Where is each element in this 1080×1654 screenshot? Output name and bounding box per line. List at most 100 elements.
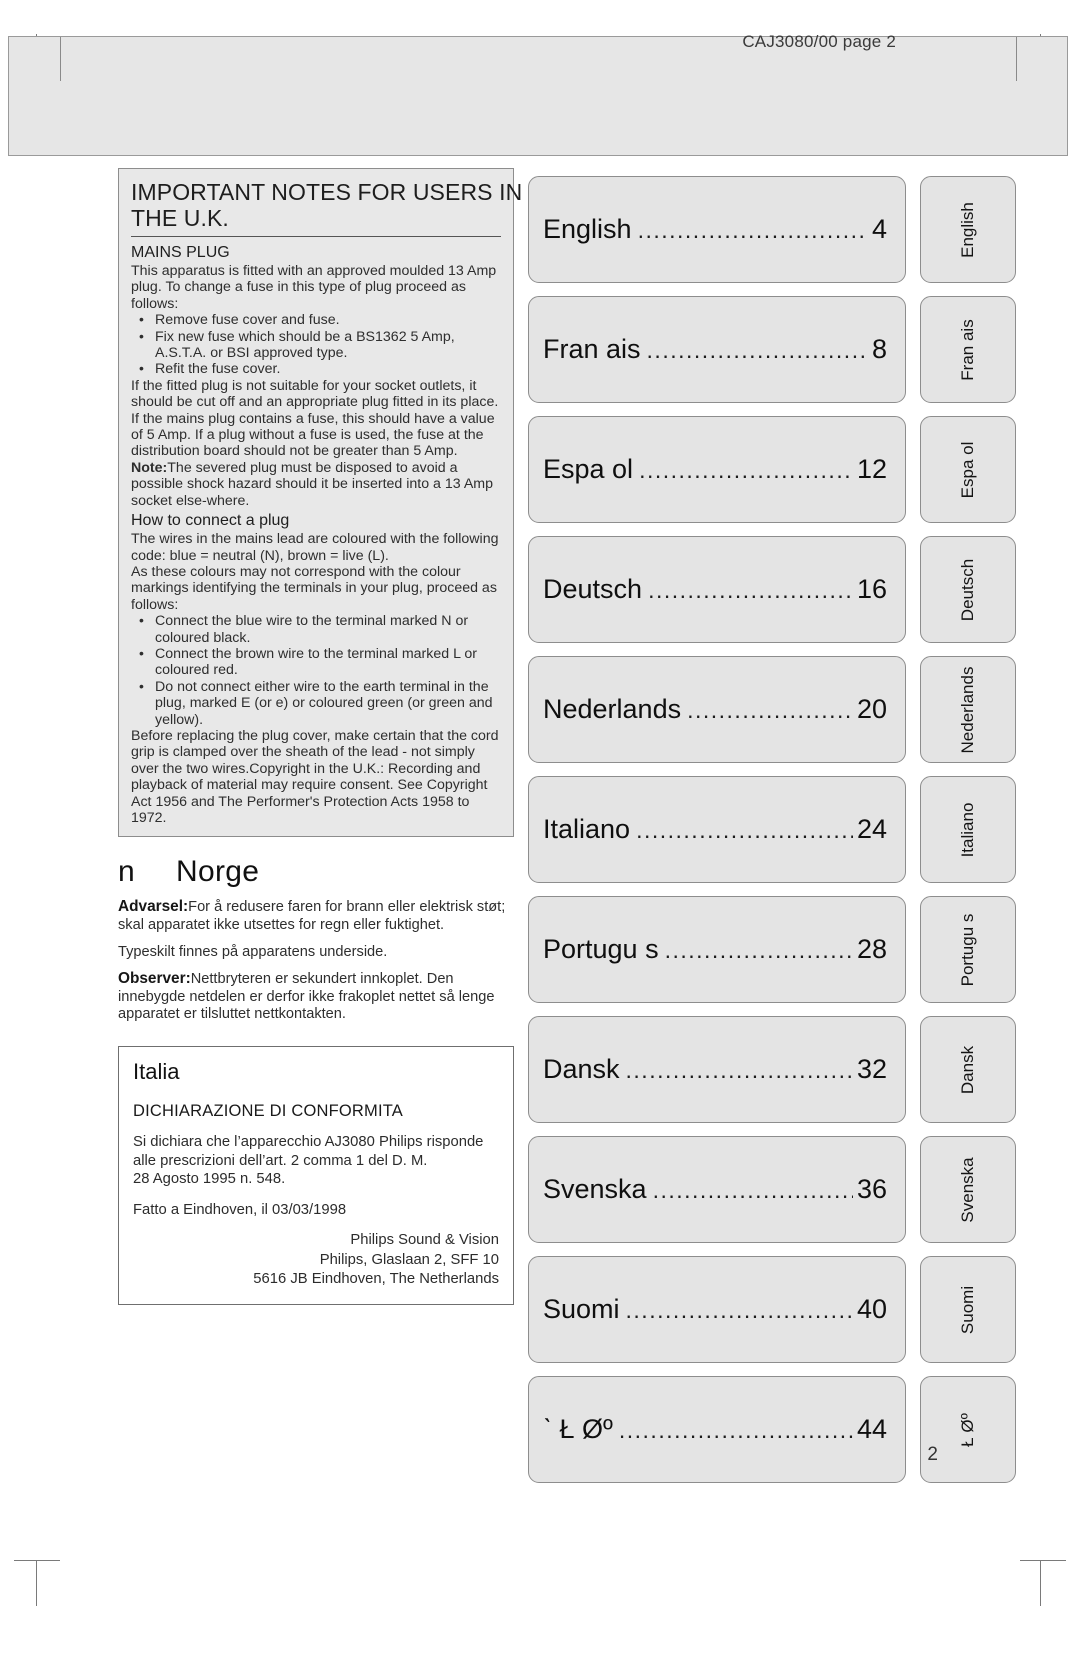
language-tab-8[interactable]: Svenska	[920, 1136, 1016, 1243]
contents-entry-5[interactable]: Italiano................................…	[528, 776, 906, 883]
dot-leader: ........................................…	[639, 457, 853, 483]
contents-row: Nederlands..............................…	[543, 694, 887, 725]
contents-entry-9[interactable]: Suomi...................................…	[528, 1256, 906, 1363]
language-tab-label: English	[958, 201, 977, 258]
language-tab-label: Suomi	[958, 1285, 977, 1334]
address-line3: 5616 JB Eindhoven, The Netherlands	[253, 1271, 499, 1288]
page-header-band	[8, 36, 1068, 156]
uk-notes-title-line2: THE U.K.	[131, 205, 229, 231]
dot-leader: ........................................…	[625, 1057, 853, 1083]
severed-plug-note: Note:The severed plug must be disposed t…	[131, 460, 501, 509]
language-label: Deutsch	[543, 574, 643, 604]
mains-plug-intro: This apparatus is fitted with an approve…	[131, 263, 497, 312]
contents-entry-10[interactable]: ˋ Ł Øº..................................…	[528, 1376, 906, 1483]
contents-row: Deutsch.................................…	[543, 574, 887, 605]
language-tab-label: Deutsch	[958, 558, 977, 621]
address-line1: Philips Sound & Vision	[350, 1232, 499, 1249]
closing-copyright-paragraph: Before replacing the plug cover, make ce…	[131, 727, 499, 826]
list-item: Do not connect either wire to the earth …	[131, 678, 501, 728]
list-item: Connect the blue wire to the terminal ma…	[131, 612, 501, 646]
language-label: Fran ais	[543, 334, 641, 364]
dot-leader: ........................................…	[618, 1417, 853, 1443]
language-label: Suomi	[543, 1294, 620, 1324]
dot-leader: ........................................…	[646, 337, 868, 363]
language-tab-label: Espa ol	[958, 441, 977, 498]
contents-entry-4[interactable]: Nederlands..............................…	[528, 656, 906, 763]
page-number-label: 4	[871, 214, 887, 244]
italia-declaration-panel: Italia DICHIARAZIONE DI CONFORMITA Si di…	[118, 1045, 514, 1305]
dot-leader: ........................................…	[664, 937, 853, 963]
italia-body-line1: Si dichiara che l’apparecchio AJ3080 Phi…	[133, 1133, 484, 1150]
list-item: Remove fuse cover and fuse.	[131, 311, 501, 328]
observer-label: Observer:	[118, 970, 191, 988]
contents-entry-0[interactable]: English.................................…	[528, 176, 906, 283]
crop-mark-bottom-left-horizontal	[14, 1560, 60, 1561]
list-item: Fix new fuse which should be a BS1362 5 …	[131, 328, 501, 362]
contents-row: English.................................…	[543, 214, 887, 245]
contents-entry-3[interactable]: Deutsch.................................…	[528, 536, 906, 643]
language-tab-0[interactable]: English	[920, 176, 1016, 283]
italia-body: Si dichiara che l’apparecchio AJ3080 Phi…	[133, 1133, 499, 1189]
fuse-value-paragraph: If the mains plug contains a fuse, this …	[131, 410, 495, 460]
page-number-label: 24	[856, 814, 887, 844]
contents-language-list: English.................................…	[528, 176, 906, 1496]
language-label: Nederlands	[543, 694, 682, 724]
contents-entry-2[interactable]: Espa ol.................................…	[528, 416, 906, 523]
contents-row: Italiano................................…	[543, 814, 887, 845]
language-label: Italiano	[543, 814, 631, 844]
note-text: The severed plug must be disposed to avo…	[131, 459, 494, 509]
wire-colour-code-paragraph: The wires in the mains lead are coloured…	[131, 531, 499, 564]
language-tab-1[interactable]: Fran ais	[920, 296, 1016, 403]
dot-leader: ........................................…	[637, 217, 868, 243]
norge-heading: n Norge	[118, 855, 514, 889]
language-tab-7[interactable]: Dansk	[920, 1016, 1016, 1123]
crop-mark-bottom-right-horizontal	[1020, 1560, 1066, 1561]
norge-advarsel-paragraph: Advarsel:For å redusere faren for brann …	[118, 898, 514, 934]
language-tab-3[interactable]: Deutsch	[920, 536, 1016, 643]
italia-place-date: Fatto a Eindhoven, il 03/03/1998	[133, 1201, 347, 1218]
page-number-label: 8	[871, 334, 887, 364]
address-line2: Philips, Glaslaan 2, SFF 10	[319, 1251, 499, 1268]
page-number-label: 32	[856, 1054, 887, 1084]
contents-row: Svenska.................................…	[543, 1174, 887, 1205]
contents-entry-6[interactable]: Portugu s...............................…	[528, 896, 906, 1003]
page-number-label: 36	[856, 1174, 887, 1204]
language-tab-4[interactable]: Nederlands	[920, 656, 1016, 763]
language-tab-6[interactable]: Portugu s	[920, 896, 1016, 1003]
contents-entry-1[interactable]: Fran ais................................…	[528, 296, 906, 403]
dot-leader: ........................................…	[687, 697, 853, 723]
contents-row: ˋ Ł Øº..................................…	[543, 1414, 887, 1445]
note-label: Note:	[131, 459, 168, 476]
language-label: ˋ Ł Øº	[543, 1414, 613, 1444]
mains-plug-heading: MAINS PLUG	[131, 244, 230, 261]
list-item: Connect the brown wire to the terminal m…	[131, 645, 501, 679]
language-tab-9[interactable]: Suomi	[920, 1256, 1016, 1363]
colour-markings-paragraph: As these colours may not correspond with…	[131, 563, 497, 613]
fuse-steps-list: Remove fuse cover and fuse. Fix new fuse…	[131, 311, 501, 378]
page-number-label: 12	[856, 454, 887, 484]
crop-mark-bottom-right-vertical	[1040, 1560, 1041, 1606]
contents-row: Espa ol.................................…	[543, 454, 887, 485]
italia-body-line3: 28 Agosto 1995 n. 548.	[133, 1171, 286, 1188]
language-tab-label: Dansk	[958, 1045, 977, 1094]
norge-typeskilt-paragraph: Typeskilt finnes på apparatens underside…	[118, 943, 388, 960]
norge-heading-label: Norge	[176, 855, 260, 889]
language-tab-10[interactable]: Ł Øº	[920, 1376, 1016, 1483]
dot-leader: ........................................…	[648, 577, 853, 603]
language-label: Portugu s	[543, 934, 659, 964]
language-label: Svenska	[543, 1174, 647, 1204]
contents-row: Dansk...................................…	[543, 1054, 887, 1085]
header-tick-left	[60, 37, 61, 81]
contents-entry-8[interactable]: Svenska.................................…	[528, 1136, 906, 1243]
left-column: IMPORTANT NOTES FOR USERS IN THE U.K. MA…	[118, 168, 522, 1305]
dot-leader: ........................................…	[636, 817, 853, 843]
contents-entry-7[interactable]: Dansk...................................…	[528, 1016, 906, 1123]
language-tab-5[interactable]: Italiano	[920, 776, 1016, 883]
dot-leader: ........................................…	[652, 1177, 853, 1203]
how-to-connect-heading: How to connect a plug	[131, 512, 290, 530]
contents-row: Portugu s...............................…	[543, 934, 887, 965]
document-code-label: CAJ3080/00 page 2	[742, 32, 896, 51]
language-tab-2[interactable]: Espa ol	[920, 416, 1016, 523]
language-tab-label: Fran ais	[958, 318, 977, 381]
plug-unsuitable-paragraph: If the fitted plug is not suitable for y…	[131, 377, 499, 411]
